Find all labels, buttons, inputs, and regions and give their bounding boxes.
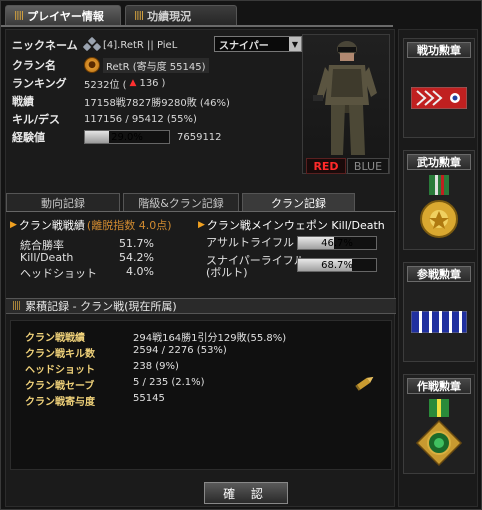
- clan-row: クラン名 ● RetR (寄与度 55145): [12, 56, 209, 74]
- clan-emblem-icon: ●: [84, 57, 100, 73]
- ranking-label: ランキング: [12, 77, 67, 90]
- medal-panel: 戦功勲章 武功勲章 参戦勲章 作戦勲章: [398, 29, 478, 507]
- tab-player-info[interactable]: |||| プレイヤー情報: [5, 5, 121, 25]
- weapon-label: アサルトライフル: [206, 236, 294, 249]
- medal-slot-operation[interactable]: 作戦勲章: [403, 374, 475, 474]
- confirm-button[interactable]: 確 認: [204, 482, 288, 504]
- clan-battle-subtitle: (離脱指数 4.0点): [86, 219, 172, 232]
- main-weapon-title: クラン戦メインウェポン Kill/Death: [206, 219, 385, 232]
- cumulative-title: 累積記録 - クラン戦(現在所属): [25, 300, 177, 313]
- cumulative-value: 238 (9%): [133, 361, 179, 372]
- service-ribbon-icon: [407, 61, 471, 135]
- medal-title: 武功勲章: [407, 154, 471, 170]
- tab-bars-icon: ||||: [134, 10, 144, 21]
- team-red-label: RED: [306, 158, 346, 174]
- team-blue-label: BLUE: [347, 158, 389, 174]
- tab-achievements[interactable]: |||| 功績現況: [125, 5, 237, 25]
- record-value: 17158戦7827勝9280敗 (46%): [84, 97, 230, 109]
- clan-battle-title: クラン戦戦績: [18, 219, 85, 232]
- weapon-kd-bar: 68.7%: [297, 258, 377, 272]
- cumulative-label: クラン戦キル数: [25, 349, 95, 360]
- cumulative-label: クラン戦寄与度: [25, 397, 95, 408]
- nickname-row: ニックネーム [4].RetR || PieL: [12, 36, 177, 54]
- exp-value: 7659112: [177, 131, 222, 143]
- medal-title: 参戦勲章: [407, 266, 471, 282]
- arrow-right-icon: ▶: [198, 220, 205, 230]
- character-avatar: [302, 34, 390, 174]
- nickname-value: [4].RetR || PieL: [103, 39, 178, 51]
- cumulative-header: |||| 累積記録 - クラン戦(現在所属): [6, 298, 396, 314]
- tab-achievements-label: 功績現況: [147, 9, 192, 23]
- clan-kd-label: Kill/Death: [20, 251, 74, 264]
- arrow-right-icon: ▶: [10, 220, 17, 230]
- cumulative-records: クラン戦戦績 294戦164勝1引分129敗(55.8%) クラン戦キル数 25…: [10, 320, 392, 470]
- exp-percent: 29.0%: [111, 131, 143, 143]
- cumulative-value: 5 / 235 (2.1%): [133, 377, 205, 388]
- left-panel: ニックネーム [4].RetR || PieL スナイパー ▼ クラン名 ● R…: [5, 29, 396, 507]
- clan-kd-value: 54.2%: [119, 251, 154, 264]
- win-rate-value: 51.7%: [119, 237, 154, 250]
- medal-title: 作戦勲章: [407, 378, 471, 394]
- blue-ribbon-icon: [407, 285, 471, 359]
- record-row: 戦績 17158戦7827勝9280敗 (46%): [12, 92, 230, 110]
- cumulative-value: 2594 / 2276 (53%): [133, 345, 227, 356]
- exp-row: 経験値 29.0% 7659112: [12, 128, 222, 146]
- record-label: 戦績: [12, 95, 34, 108]
- kd-label: キル/デス: [12, 113, 61, 126]
- medal-slot-service[interactable]: 戦功勲章: [403, 38, 475, 138]
- ranking-close: ): [161, 77, 166, 89]
- rank-insignia-icon: [82, 36, 102, 52]
- player-info-window: |||| プレイヤー情報 |||| 功績現況 ニックネーム [4].RetR |…: [0, 0, 482, 510]
- chevron-down-icon[interactable]: ▼: [289, 37, 301, 51]
- sub-tab-divider: [6, 211, 396, 212]
- clan-headshot-value: 4.0%: [126, 265, 154, 278]
- cumulative-value: 55145: [133, 393, 165, 404]
- exp-value-wrap: 29.0% 7659112: [84, 130, 222, 144]
- tab-divider: [1, 25, 393, 27]
- cumulative-label: クラン戦戦績: [25, 333, 85, 344]
- role-select[interactable]: スナイパー ▼: [214, 36, 302, 52]
- weapon-kd-value: 46.7%: [321, 237, 353, 249]
- clan-headshot-label: ヘッドショット: [20, 267, 97, 280]
- clan-label: クラン名: [12, 59, 56, 72]
- cumulative-label: ヘッドショット: [25, 365, 95, 376]
- cumulative-value: 294戦164勝1引分129敗(55.8%): [133, 333, 287, 344]
- tab-clan-record[interactable]: クラン記録: [242, 193, 355, 211]
- kd-value: 117156 / 95412 (55%): [84, 113, 197, 125]
- ranking-change: 136: [139, 77, 159, 89]
- ranking-value: 5232位 (: [84, 79, 127, 91]
- weapon-kd-bar: 46.7%: [297, 236, 377, 250]
- exp-progress-bar: 29.0%: [84, 130, 170, 144]
- medal-title: 戦功勲章: [407, 42, 471, 58]
- tab-player-info-label: プレイヤー情報: [27, 9, 104, 23]
- exp-label: 経験値: [12, 131, 45, 144]
- clan-battle-stats: ▶ クラン戦戦績 (離脱指数 4.0点) 統合勝率 51.7% Kill/Dea…: [6, 213, 396, 295]
- gold-medal-icon: [407, 173, 471, 247]
- medal-slot-participation[interactable]: 参戦勲章: [403, 262, 475, 362]
- tab-bars-icon: ||||: [14, 10, 24, 21]
- ranking-row: ランキング 5232位 ( ▲ 136 ): [12, 74, 165, 92]
- green-medal-icon: [407, 397, 471, 471]
- weapon-label: スナイパーライフル (ボルト): [206, 254, 305, 279]
- clan-battle-heading: ▶ クラン戦戦績 (離脱指数 4.0点): [10, 217, 172, 233]
- main-weapon-heading: ▶ クラン戦メインウェポン Kill/Death: [198, 217, 385, 233]
- nickname-label: ニックネーム: [12, 39, 78, 52]
- clan-value-wrap: ● RetR (寄与度 55145): [84, 57, 209, 73]
- tab-rank-clan-record[interactable]: 階級&クラン記録: [123, 193, 239, 211]
- clan-name-value: RetR (寄与度 55145): [103, 57, 209, 73]
- rank-up-icon: ▲: [129, 78, 137, 88]
- cumulative-label: クラン戦セーブ: [25, 381, 95, 392]
- ranking-value-wrap: 5232位 ( ▲ 136 ): [84, 76, 165, 91]
- role-select-value: スナイパー: [219, 40, 269, 52]
- soldier-figure-icon: [313, 41, 377, 155]
- kd-row: キル/デス 117156 / 95412 (55%): [12, 110, 197, 128]
- section-bars-icon: ||||: [12, 301, 21, 311]
- tab-trend-record[interactable]: 動向記録: [6, 193, 120, 211]
- bullet-icon: [355, 376, 374, 391]
- weapon-kd-value: 68.7%: [321, 259, 353, 271]
- player-summary: ニックネーム [4].RetR || PieL スナイパー ▼ クラン名 ● R…: [6, 30, 302, 180]
- medal-slot-valor[interactable]: 武功勲章: [403, 150, 475, 250]
- nickname-value-wrap: [4].RetR || PieL: [82, 36, 178, 52]
